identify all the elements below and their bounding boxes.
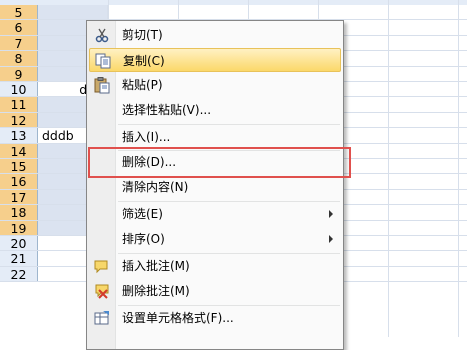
submenu-arrow-icon — [329, 210, 333, 218]
row-header[interactable]: 5 — [0, 5, 38, 20]
menu-item-label: 粘贴(P) — [122, 78, 163, 92]
row-header[interactable]: 18 — [0, 205, 38, 220]
menu-item-delete-comment[interactable]: 删除批注(M) — [89, 279, 341, 303]
row-header[interactable]: 11 — [0, 97, 38, 112]
row-header[interactable]: 7 — [0, 35, 38, 51]
menu-item-clear-contents[interactable]: 清除内容(N) — [89, 175, 341, 199]
submenu-arrow-icon — [329, 235, 333, 243]
menu-item-insert-comment[interactable]: 插入批注(M) — [89, 254, 341, 278]
menu-item-label: 删除批注(M) — [122, 284, 190, 298]
row-header[interactable]: 8 — [0, 51, 38, 66]
menu-item-label: 剪切(T) — [122, 28, 163, 42]
column-divider — [458, 0, 459, 337]
highlight-annotation-box — [88, 147, 351, 178]
menu-item-label: 设置单元格格式(F)... — [122, 311, 234, 325]
copy-icon — [94, 52, 112, 70]
row-header[interactable]: 16 — [0, 174, 38, 189]
row-header[interactable]: 21 — [0, 251, 38, 266]
menu-item-label: 插入(I)... — [122, 130, 171, 144]
menu-item-filter[interactable]: 筛选(E) — [89, 202, 341, 226]
context-menu: 剪切(T) 复制(C) 粘贴(P) 选择性粘贴(V)... 插入(I)... 删… — [86, 20, 344, 350]
menu-item-insert[interactable]: 插入(I)... — [89, 125, 341, 149]
row-header[interactable]: 10 — [0, 82, 38, 97]
row-header[interactable]: 9 — [0, 66, 38, 82]
cell-a[interactable] — [38, 5, 108, 20]
row-header[interactable]: 17 — [0, 189, 38, 205]
row-header[interactable]: 12 — [0, 112, 38, 128]
menu-item-sort[interactable]: 排序(O) — [89, 227, 341, 251]
menu-item-label: 筛选(E) — [122, 207, 163, 221]
menu-item-format-cells[interactable]: 设置单元格格式(F)... — [89, 306, 341, 330]
row-header[interactable]: 6 — [0, 20, 38, 35]
menu-item-label: 清除内容(N) — [122, 180, 189, 194]
delete-comment-icon — [93, 282, 111, 300]
clipboard-icon — [93, 76, 111, 94]
menu-item-label: 排序(O) — [122, 232, 165, 246]
menu-item-label: 插入批注(M) — [122, 259, 190, 273]
menu-item-paste-special[interactable]: 选择性粘贴(V)... — [89, 98, 341, 122]
menu-item-label: 复制(C) — [123, 54, 165, 68]
row-header[interactable]: 15 — [0, 159, 38, 174]
row-header[interactable]: 19 — [0, 220, 38, 236]
scissors-icon — [93, 26, 111, 44]
row-header[interactable]: 13 — [0, 128, 38, 143]
menu-item-label: 选择性粘贴(V)... — [122, 103, 212, 117]
column-divider — [388, 0, 389, 337]
row-header[interactable]: 22 — [0, 266, 38, 282]
menu-item-copy[interactable]: 复制(C) — [89, 48, 341, 72]
format-cells-icon — [93, 309, 111, 327]
menu-item-paste[interactable]: 粘贴(P) — [89, 73, 341, 97]
sheet-row[interactable]: 5 — [0, 5, 467, 21]
row-header[interactable]: 14 — [0, 143, 38, 159]
row-header[interactable]: 20 — [0, 236, 38, 251]
menu-item-cut[interactable]: 剪切(T) — [89, 23, 341, 47]
comment-icon — [93, 257, 111, 275]
